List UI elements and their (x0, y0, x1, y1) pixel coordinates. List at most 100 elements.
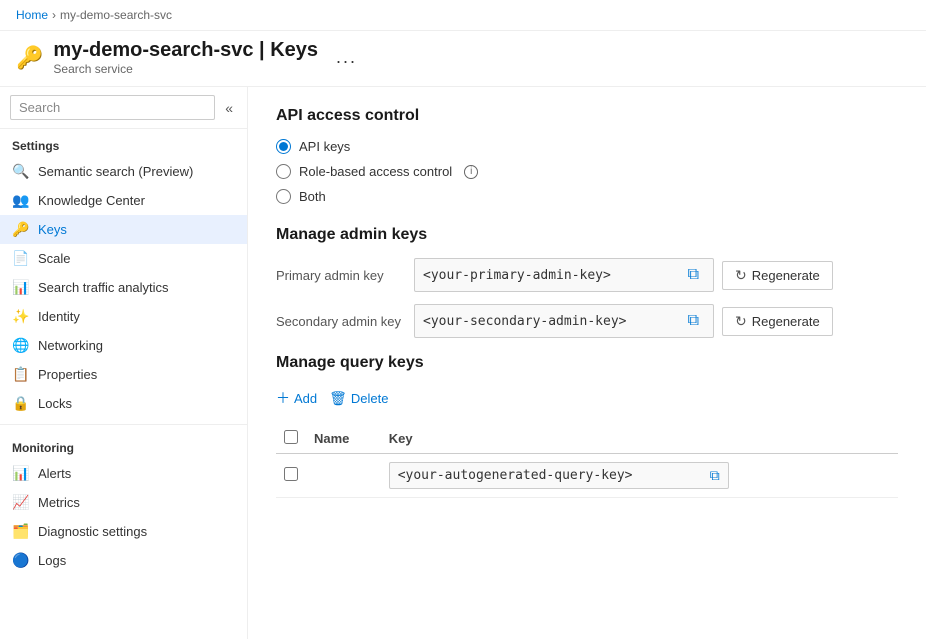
settings-section-label: Settings (0, 129, 247, 157)
delete-label: Delete (351, 391, 389, 406)
regenerate-primary-label: Regenerate (752, 268, 820, 283)
table-header-key: Key (381, 424, 898, 454)
add-query-key-button[interactable]: ＋ Add (276, 386, 317, 410)
regenerate-primary-icon: ↻ (735, 267, 747, 284)
sidebar-item-alerts[interactable]: 📊 Alerts (0, 459, 247, 488)
sidebar-label-alerts: Alerts (38, 466, 71, 481)
key-icon: 🔑 (16, 45, 43, 71)
search-input[interactable] (10, 95, 215, 120)
properties-icon: 📋 (12, 366, 30, 383)
primary-regenerate-button[interactable]: ↻ Regenerate (722, 261, 833, 290)
row-checkbox-cell (276, 454, 306, 498)
query-keys-table: Name Key <your-autogenerated-query-key> … (276, 424, 898, 498)
sidebar-label-networking: Networking (38, 338, 103, 353)
radio-rbac-label: Role-based access control (299, 164, 452, 179)
radio-both[interactable] (276, 189, 291, 204)
sidebar-item-semantic-search[interactable]: 🔍 Semantic search (Preview) (0, 157, 247, 186)
table-header-name: Name (306, 424, 381, 454)
sidebar-label-semantic-search: Semantic search (Preview) (38, 164, 193, 179)
table-row: <your-autogenerated-query-key> ⧉ (276, 454, 898, 498)
row-checkbox[interactable] (284, 467, 298, 481)
regenerate-secondary-label: Regenerate (752, 314, 820, 329)
select-all-checkbox[interactable] (284, 430, 298, 444)
manage-query-title: Manage query keys (276, 354, 898, 372)
primary-key-value: <your-primary-admin-key> (423, 268, 611, 283)
sidebar-item-locks[interactable]: 🔒 Locks (0, 389, 247, 418)
primary-key-copy-button[interactable]: ⧉ (682, 264, 705, 286)
locks-icon: 🔒 (12, 395, 30, 412)
networking-icon: 🌐 (12, 337, 30, 354)
header-text: my-demo-search-svc | Keys Search service (53, 39, 318, 76)
breadcrumb-home[interactable]: Home (16, 8, 48, 22)
radio-both-label: Both (299, 189, 326, 204)
page-header: 🔑 my-demo-search-svc | Keys Search servi… (0, 31, 926, 87)
sidebar-label-knowledge-center: Knowledge Center (38, 193, 145, 208)
primary-key-row: Primary admin key <your-primary-admin-ke… (276, 258, 898, 292)
sidebar-item-search-traffic[interactable]: 📊 Search traffic analytics (0, 273, 247, 302)
api-access-radio-group: API keys Role-based access control i Bot… (276, 139, 898, 204)
sidebar-item-identity[interactable]: ✨ Identity (0, 302, 247, 331)
alerts-icon: 📊 (12, 465, 30, 482)
radio-api-keys-row: API keys (276, 139, 898, 154)
sidebar-label-identity: Identity (38, 309, 80, 324)
keys-icon: 🔑 (12, 221, 30, 238)
table-header-row: Name Key (276, 424, 898, 454)
sidebar-item-networking[interactable]: 🌐 Networking (0, 331, 247, 360)
more-options-button[interactable]: ... (336, 47, 357, 68)
query-key-field-box: <your-autogenerated-query-key> ⧉ (389, 462, 729, 489)
monitoring-section-label: Monitoring (0, 431, 247, 459)
delete-icon: 🗑 (329, 390, 347, 407)
radio-rbac[interactable] (276, 164, 291, 179)
secondary-key-label: Secondary admin key (276, 314, 406, 329)
sidebar-label-locks: Locks (38, 396, 72, 411)
sidebar-item-properties[interactable]: 📋 Properties (0, 360, 247, 389)
sidebar-item-logs[interactable]: 🔵 Logs (0, 546, 247, 575)
search-traffic-icon: 📊 (12, 279, 30, 296)
sidebar-label-logs: Logs (38, 553, 66, 568)
semantic-search-icon: 🔍 (12, 163, 30, 180)
sidebar-item-scale[interactable]: 📄 Scale (0, 244, 247, 273)
delete-query-key-button[interactable]: 🗑 Delete (329, 388, 388, 409)
regenerate-secondary-icon: ↻ (735, 313, 747, 330)
sidebar-item-keys[interactable]: 🔑 Keys (0, 215, 247, 244)
secondary-key-value: <your-secondary-admin-key> (423, 314, 627, 329)
table-header-checkbox-cell (276, 424, 306, 454)
sidebar-label-scale: Scale (38, 251, 71, 266)
sidebar-item-metrics[interactable]: 📈 Metrics (0, 488, 247, 517)
main-layout: « Settings 🔍 Semantic search (Preview) 👥… (0, 87, 926, 639)
sidebar-divider (0, 424, 247, 425)
content-area: API access control API keys Role-based a… (248, 87, 926, 639)
manage-admin-title: Manage admin keys (276, 226, 898, 244)
logs-icon: 🔵 (12, 552, 30, 569)
query-key-copy-icon[interactable]: ⧉ (710, 467, 720, 484)
sidebar-label-metrics: Metrics (38, 495, 80, 510)
role-based-info-icon[interactable]: i (464, 165, 478, 179)
page-subtitle: Search service (53, 62, 318, 76)
identity-icon: ✨ (12, 308, 30, 325)
collapse-button[interactable]: « (221, 98, 237, 118)
add-icon: ＋ (276, 388, 290, 408)
row-key-cell: <your-autogenerated-query-key> ⧉ (381, 454, 898, 498)
radio-both-row: Both (276, 189, 898, 204)
row-name-cell (306, 454, 381, 498)
sidebar-item-knowledge-center[interactable]: 👥 Knowledge Center (0, 186, 247, 215)
sidebar-item-diagnostic-settings[interactable]: 🗂️ Diagnostic settings (0, 517, 247, 546)
query-actions-bar: ＋ Add 🗑 Delete (276, 386, 898, 410)
radio-rbac-row: Role-based access control i (276, 164, 898, 179)
metrics-icon: 📈 (12, 494, 30, 511)
secondary-key-copy-button[interactable]: ⧉ (682, 310, 705, 332)
api-access-title: API access control (276, 107, 898, 125)
sidebar-label-properties: Properties (38, 367, 97, 382)
breadcrumb-sep: › (52, 8, 56, 22)
secondary-regenerate-button[interactable]: ↻ Regenerate (722, 307, 833, 336)
sidebar: « Settings 🔍 Semantic search (Preview) 👥… (0, 87, 248, 639)
breadcrumb-current: my-demo-search-svc (60, 8, 172, 22)
sidebar-label-diagnostic: Diagnostic settings (38, 524, 147, 539)
radio-api-keys-label: API keys (299, 139, 350, 154)
add-label: Add (294, 391, 317, 406)
radio-api-keys[interactable] (276, 139, 291, 154)
query-key-value: <your-autogenerated-query-key> (398, 468, 702, 483)
scale-icon: 📄 (12, 250, 30, 267)
sidebar-label-search-traffic: Search traffic analytics (38, 280, 169, 295)
primary-key-field: <your-primary-admin-key> ⧉ (414, 258, 714, 292)
